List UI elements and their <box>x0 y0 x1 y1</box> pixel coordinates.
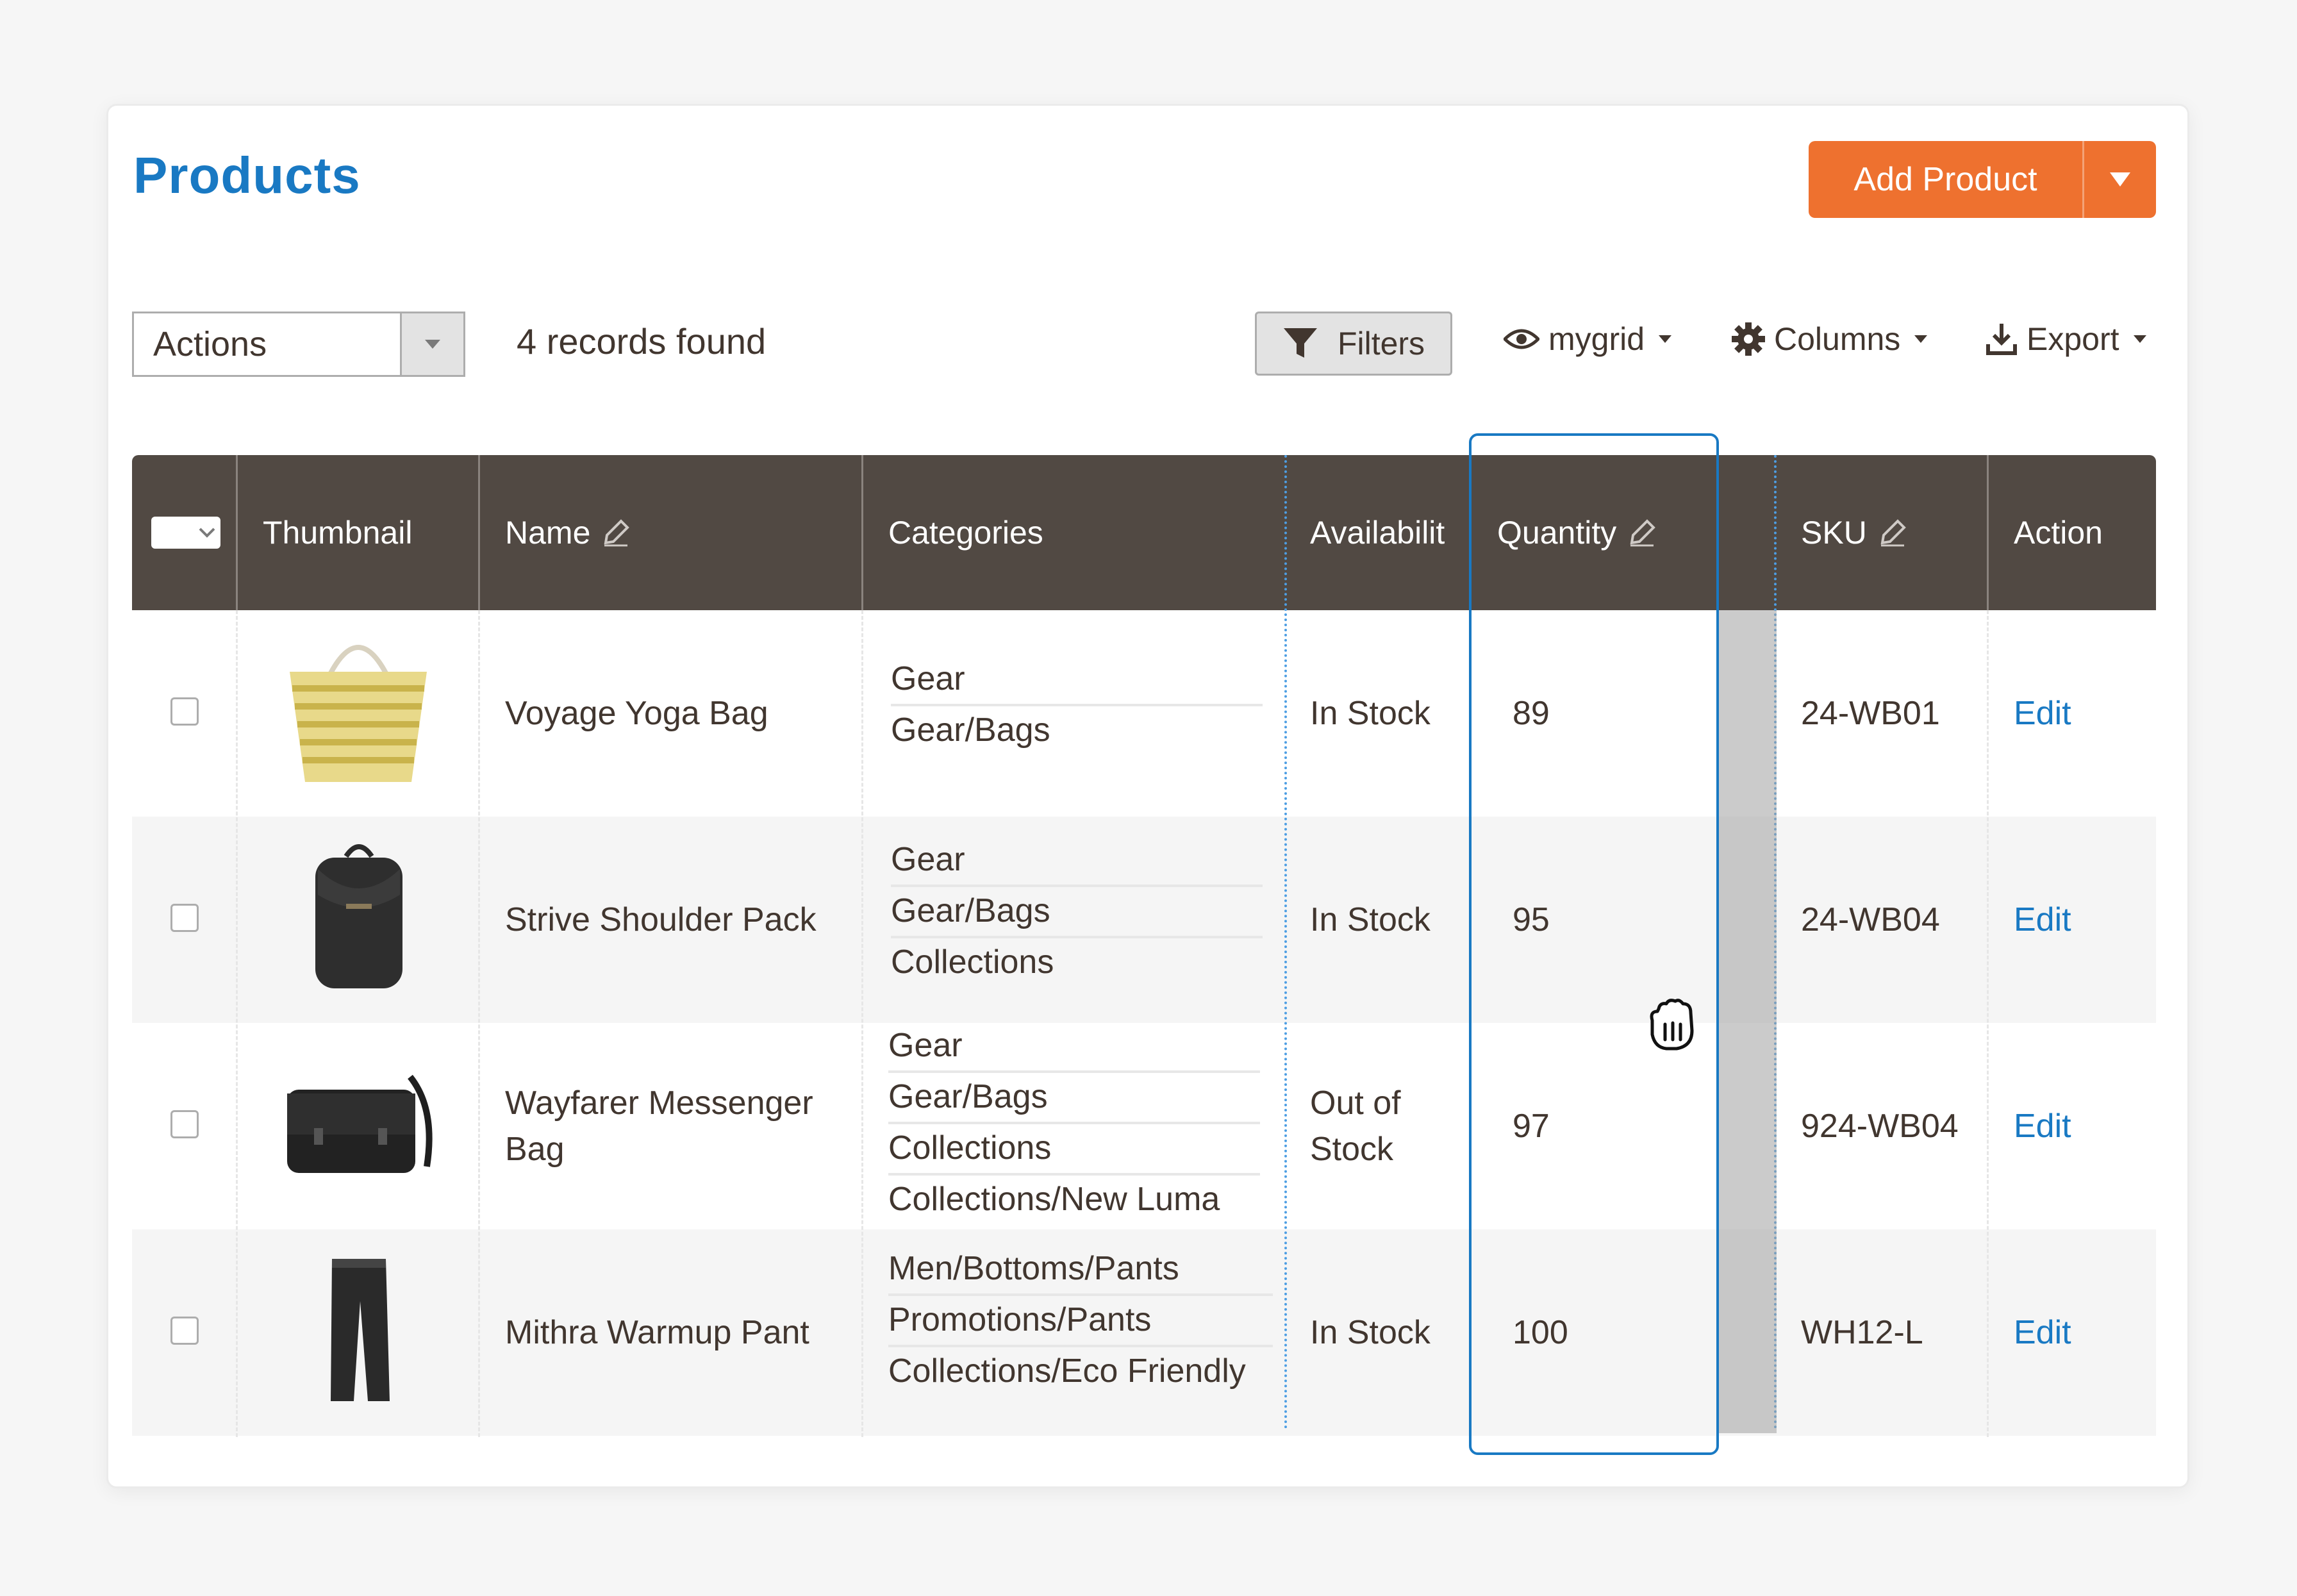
category-item: Men/Bottoms/Pants <box>888 1245 1273 1296</box>
product-name: Wayfarer Messenger Bag <box>505 1085 813 1168</box>
column-drag-placeholder <box>1719 610 1777 1433</box>
header-label: SKU <box>1801 515 1867 551</box>
category-item: Collections/New Luma <box>888 1181 1220 1218</box>
header-label: Availabilit <box>1310 515 1445 551</box>
header-divider <box>1987 455 1989 610</box>
category-item: Gear <box>888 1022 1260 1073</box>
actions-select[interactable]: Actions <box>132 312 465 377</box>
export-control[interactable]: Export <box>1986 320 2146 358</box>
sku-value: 24-WB04 <box>1801 901 1940 938</box>
edit-link[interactable]: Edit <box>2014 1023 2071 1229</box>
caret-down-icon <box>2133 335 2146 343</box>
header-label: Thumbnail <box>263 515 413 551</box>
row-checkbox[interactable] <box>170 1317 199 1345</box>
chevron-down-icon <box>199 528 215 538</box>
sku-value: 24-WB01 <box>1801 695 1940 732</box>
pants-icon <box>331 1259 390 1401</box>
edit-pencil-icon <box>604 519 630 547</box>
column-divider <box>1987 610 1989 1437</box>
column-header-action[interactable]: Action <box>2014 455 2103 610</box>
header-divider <box>236 455 238 610</box>
grab-cursor-icon <box>1650 999 1694 1051</box>
header-label: Name <box>505 515 591 551</box>
caret-down-icon <box>425 340 440 349</box>
product-name: Strive Shoulder Pack <box>505 901 817 938</box>
category-item: Collections/Eco Friendly <box>888 1352 1246 1390</box>
caret-down-icon <box>2110 172 2130 187</box>
drop-target-guide <box>1284 455 1287 1429</box>
edit-link[interactable]: Edit <box>2014 1229 2071 1436</box>
view-label: mygrid <box>1548 321 1645 357</box>
edit-link[interactable]: Edit <box>2014 817 2071 1023</box>
category-item: Gear <box>891 655 1263 706</box>
availability-value: Out of Stock <box>1310 1085 1401 1168</box>
sku-value: 924-WB04 <box>1801 1108 1959 1145</box>
sku-value: WH12-L <box>1801 1314 1923 1351</box>
filters-label: Filters <box>1337 326 1425 362</box>
category-item: Gear/Bags <box>888 1073 1260 1124</box>
column-header-sku[interactable]: SKU <box>1801 455 1907 610</box>
row-checkbox[interactable] <box>170 1110 199 1138</box>
filters-button[interactable]: Filters <box>1255 312 1452 376</box>
availability-value: In Stock <box>1310 1314 1430 1351</box>
download-icon <box>1986 324 2017 355</box>
select-all-checkbox[interactable] <box>151 517 220 549</box>
header-label: Categories <box>888 515 1043 551</box>
category-item: Promotions/Pants <box>888 1296 1273 1347</box>
category-item: Collections <box>888 1124 1260 1176</box>
export-label: Export <box>2027 321 2119 357</box>
messenger-bag-icon <box>287 1074 433 1173</box>
columns-label: Columns <box>1774 321 1901 357</box>
product-name: Voyage Yoga Bag <box>505 695 768 732</box>
gear-icon <box>1732 322 1765 356</box>
column-header-thumbnail[interactable]: Thumbnail <box>263 455 412 610</box>
category-item: Gear <box>891 836 1263 887</box>
eye-icon <box>1504 329 1539 349</box>
quantity-column-drag-highlight[interactable] <box>1469 433 1719 1455</box>
actions-select-label: Actions <box>153 325 267 363</box>
column-header-name[interactable]: Name <box>505 455 630 610</box>
header-divider <box>861 455 863 610</box>
add-product-menu-toggle[interactable] <box>2084 141 2156 218</box>
edit-link[interactable]: Edit <box>2014 610 2071 817</box>
column-header-categories[interactable]: Categories <box>888 455 1043 610</box>
header-divider <box>478 455 480 610</box>
header-label: Action <box>2014 515 2103 551</box>
column-header-availability[interactable]: Availabilit <box>1310 455 1445 610</box>
records-count: 4 records found <box>517 321 767 362</box>
column-divider <box>478 610 480 1437</box>
caret-down-icon <box>1914 335 1928 343</box>
availability-value: In Stock <box>1310 901 1430 938</box>
row-checkbox[interactable] <box>170 904 199 932</box>
categories-list: Gear Gear/Bags Collections Collections/N… <box>888 1022 1260 1224</box>
product-name: Mithra Warmup Pant <box>505 1314 809 1351</box>
column-divider <box>236 610 238 1437</box>
columns-control[interactable]: Columns <box>1732 320 1928 358</box>
row-checkbox[interactable] <box>170 697 199 726</box>
categories-list: Gear Gear/Bags Collections <box>891 836 1263 987</box>
categories-list: Men/Bottoms/Pants Promotions/Pants Colle… <box>888 1245 1273 1396</box>
column-divider <box>861 610 863 1437</box>
edit-pencil-icon <box>1880 519 1906 547</box>
caret-down-icon <box>1659 335 1672 343</box>
category-item: Gear/Bags <box>891 711 1050 749</box>
select-all-control[interactable] <box>151 455 220 610</box>
category-item: Gear/Bags <box>891 887 1263 938</box>
categories-list: Gear Gear/Bags <box>891 655 1263 755</box>
page-title: Products <box>133 147 361 204</box>
add-product-button[interactable]: Add Product <box>1809 141 2084 218</box>
view-selector[interactable]: mygrid <box>1504 320 1672 358</box>
category-item: Collections <box>891 943 1054 981</box>
funnel-icon <box>1283 328 1317 358</box>
backpack-icon <box>315 844 402 988</box>
actions-dropdown-toggle[interactable] <box>400 313 463 375</box>
add-product-split-button: Add Product <box>1809 141 2156 218</box>
yoga-bag-icon <box>290 645 427 782</box>
availability-value: In Stock <box>1310 695 1430 732</box>
